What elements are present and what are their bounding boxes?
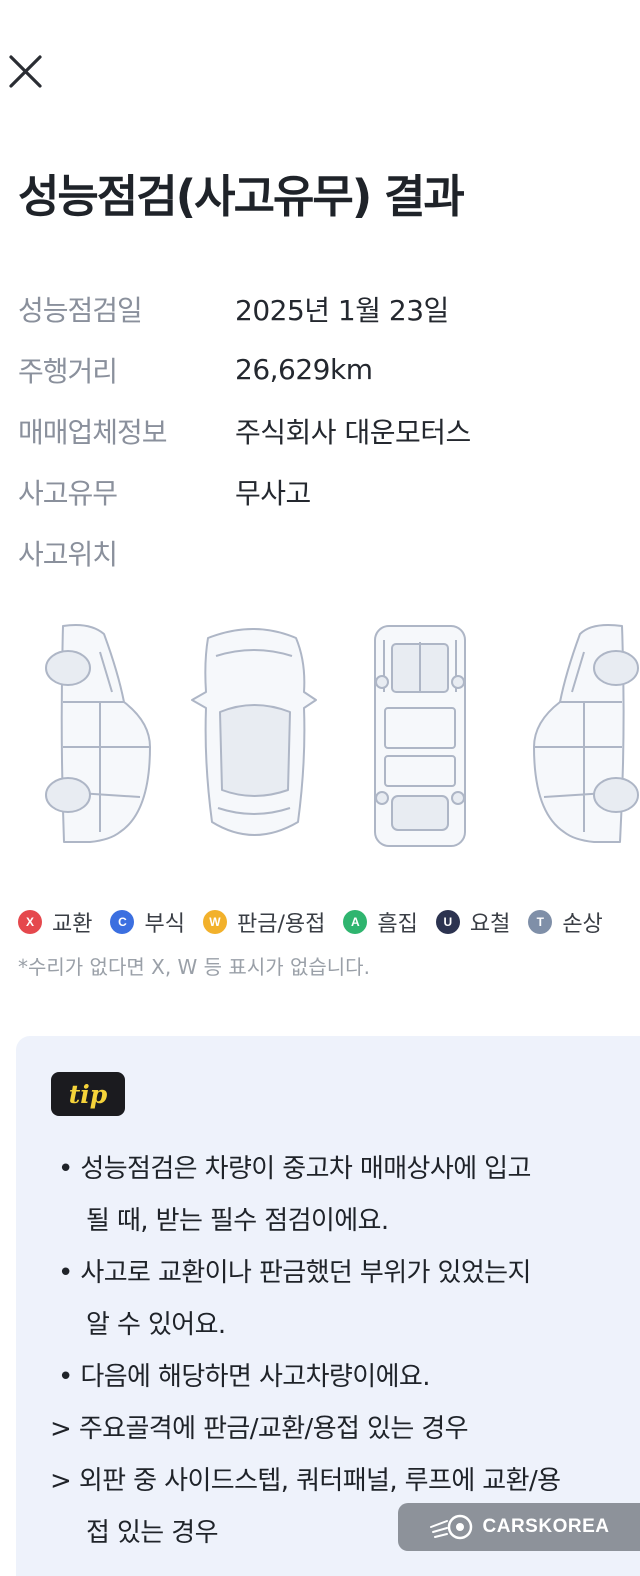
legend-label: 요철 [469,912,511,937]
legend-label: 부식 [144,912,185,937]
legend-label: 판금/용접 [236,912,326,937]
tip-line: 접 있는 경우 [86,1518,219,1548]
info-label: 사고위치 [18,537,118,571]
info-row-mileage: 주행거리 26,629km [18,339,628,400]
legend-item-corrosion: C 부식 [110,906,185,938]
legend-badge: X [18,910,42,934]
inspection-info: 성능점검일 2025년 1월 23일 주행거리 26,629km 매매업체정보 … [18,278,628,583]
damage-legend: X 교환 C 부식 W 판금/용접 A 흠집 U 요철 T 손상 [18,906,640,938]
legend-note: *수리가 없다면 X, W 등 표시가 없습니다. [18,955,370,979]
tip-badge: tip [51,1072,125,1116]
info-label: 성능점검일 [18,293,143,327]
info-value: 2025년 1월 23일 [235,293,449,327]
legend-item-dent: U 요철 [435,906,511,938]
info-row-accident-status: 사고유무 무사고 [18,461,628,522]
legend-badge: W [202,910,227,934]
tip-line: 알 수 있어요. [86,1310,226,1340]
legend-badge: C [110,910,135,934]
tip-line: • 사고로 교환이나 판금했던 부위가 있었는지 [58,1258,531,1288]
legend-item-replacement: X 교환 [18,906,92,938]
info-value: 무사고 [235,476,311,510]
info-row-accident-location: 사고위치 [18,522,628,583]
left-side-view [45,624,151,843]
legend-label: 흠집 [377,912,418,937]
top-view [191,628,317,836]
info-label: 주행거리 [18,354,118,388]
tip-line: • 다음에 해당하면 사고차량이에요. [58,1362,430,1392]
info-label: 사고유무 [18,476,118,510]
info-row-inspection-date: 성능점검일 2025년 1월 23일 [18,278,628,339]
legend-item-sheet-metal-welding: W 판금/용접 [202,906,326,938]
watermark-text: CARSKOREA [482,1516,610,1537]
tip-box: tip • 성능점검은 차량이 중고차 매매상사에 입고 될 때, 받는 필수 … [16,1036,640,1576]
close-button[interactable] [6,52,46,92]
carskorea-logo-icon [429,1514,472,1540]
car-damage-diagram [45,624,639,847]
right-side-view [533,624,639,843]
tip-line: 될 때, 받는 필수 점검이에요. [86,1206,389,1236]
carskorea-watermark: CARSKOREA [398,1503,640,1551]
page-title: 성능점검(사고유무) 결과 [18,170,465,223]
tip-line: • 성능점검은 차량이 중고차 매매상사에 입고 [58,1154,531,1184]
tip-line: > 외판 중 사이드스텝, 쿼터패널, 루프에 교환/용 [50,1466,561,1496]
info-value: 주식회사 대운모터스 [235,415,471,449]
tip-line: > 주요골격에 판금/교환/용접 있는 경우 [50,1414,469,1444]
legend-label: 손상 [562,912,603,937]
underbody-view [374,625,466,847]
legend-badge: T [528,910,553,934]
close-icon [9,55,42,88]
legend-label: 교환 [52,912,93,937]
legend-badge: A [343,910,368,934]
info-value: 26,629km [235,353,373,386]
info-label: 매매업체정보 [18,415,168,449]
legend-item-damage: T 손상 [528,906,603,938]
legend-item-scratch: A 흠집 [343,906,418,938]
info-row-dealer: 매매업체정보 주식회사 대운모터스 [18,400,628,461]
legend-badge: U [435,910,460,934]
